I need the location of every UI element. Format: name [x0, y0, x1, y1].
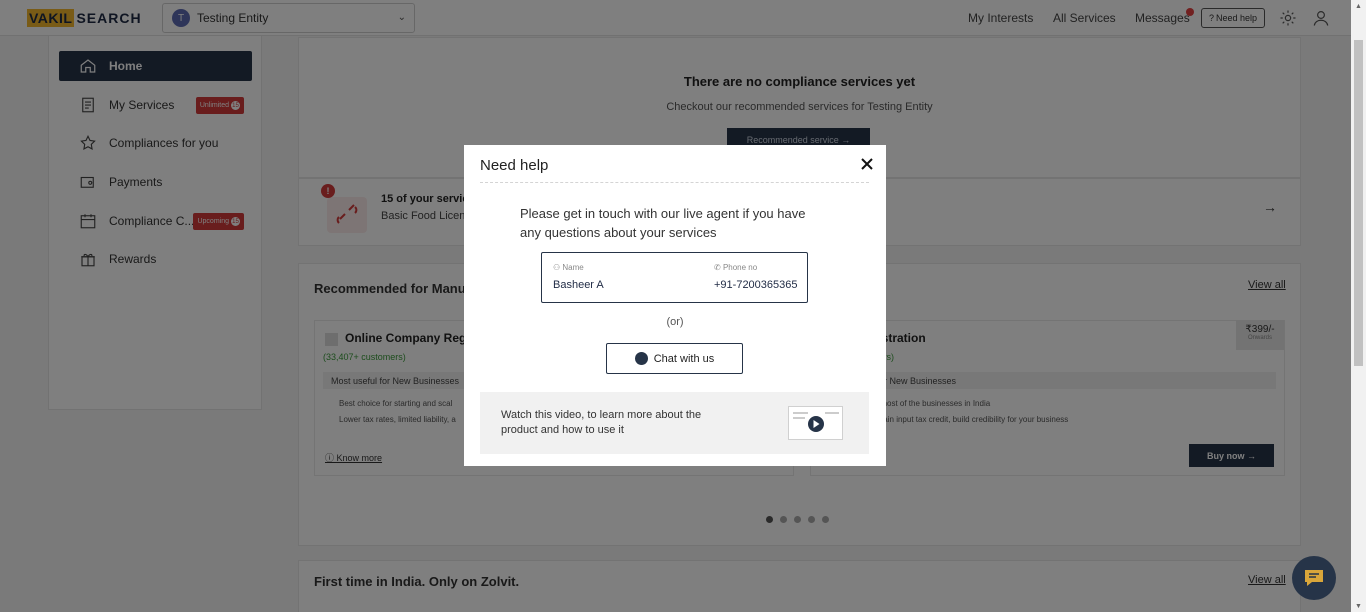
phone-label: ✆ Phone no — [714, 263, 758, 272]
modal-divider — [480, 182, 869, 183]
agent-contact-box: ⚇ Name Basheer A ✆ Phone no +91-72003653… — [541, 252, 808, 303]
chat-bubble-icon — [1305, 570, 1323, 586]
close-icon[interactable] — [859, 156, 875, 172]
modal-message: Please get in touch with our live agent … — [520, 206, 806, 240]
video-thumbnail[interactable] — [788, 406, 843, 440]
video-text: Watch this video, to learn more about th… — [501, 409, 702, 436]
chat-with-us-button[interactable]: Chat with us — [606, 343, 743, 374]
scroll-up-icon[interactable]: ▲ — [1351, 0, 1366, 12]
agent-phone: +91-7200365365 — [714, 279, 798, 291]
scroll-down-icon[interactable]: ▼ — [1351, 600, 1366, 612]
agent-name: Basheer A — [553, 279, 604, 291]
scroll-thumb[interactable] — [1354, 40, 1363, 366]
or-divider: (or) — [666, 316, 684, 328]
modal-title: Need help — [480, 157, 549, 174]
chat-icon — [634, 352, 648, 365]
name-label: ⚇ Name — [553, 263, 584, 272]
video-promo[interactable]: Watch this video, to learn more about th… — [480, 392, 869, 454]
vertical-scrollbar[interactable]: ▲ ▼ — [1351, 0, 1366, 612]
need-help-modal: Need help Please get in touch with our l… — [464, 145, 886, 466]
chat-support-fab[interactable] — [1292, 556, 1336, 600]
